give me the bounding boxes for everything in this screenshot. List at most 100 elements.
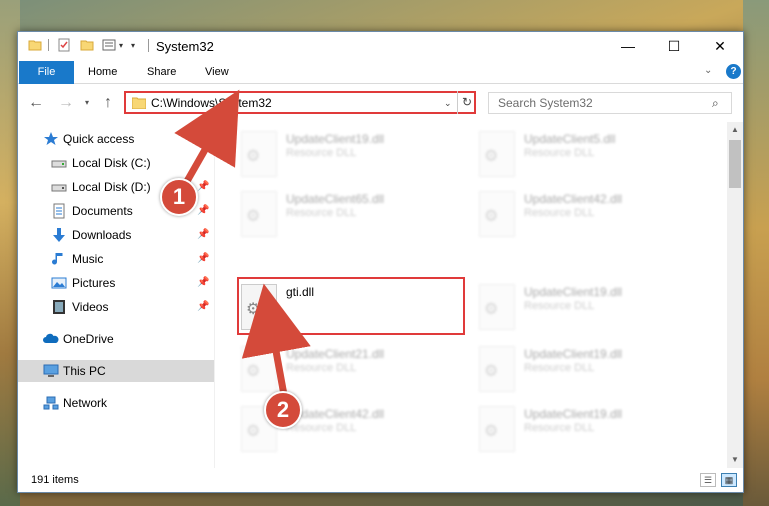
gear-icon: ⚙ xyxy=(484,148,499,165)
dll-file-icon: ⚙ xyxy=(479,191,515,237)
expand-ribbon-chevron-icon[interactable]: ⌄ xyxy=(704,65,712,76)
toolbar-customize-icon[interactable] xyxy=(102,38,116,52)
refresh-icon[interactable]: ↻ xyxy=(457,91,476,114)
step-badge-1: 1 xyxy=(160,178,198,216)
sidebar-item-local-disk-c[interactable]: Local Disk (C:) xyxy=(18,152,214,174)
address-history-chevron-icon[interactable]: ⌄ xyxy=(444,98,452,109)
up-arrow-icon[interactable]: ↑ xyxy=(104,94,112,112)
sidebar-item-this-pc[interactable]: This PC xyxy=(18,360,214,382)
sidebar-item-network[interactable]: Network xyxy=(18,392,214,414)
sidebar-item-pictures[interactable]: Pictures 📌 xyxy=(18,272,214,294)
details-view-icon[interactable]: ☰ xyxy=(700,473,716,487)
navigation-pane: Quick access Local Disk (C:) Local Disk … xyxy=(18,122,214,468)
sidebar-item-videos[interactable]: Videos 📌 xyxy=(18,296,214,318)
search-placeholder: Search System32 xyxy=(498,96,593,110)
desktop-wallpaper-right xyxy=(743,0,769,506)
file-type: Resource DLL xyxy=(524,147,595,159)
gear-icon: ⚙ xyxy=(484,301,499,318)
close-button[interactable]: ✕ xyxy=(697,32,743,60)
chevron-down-icon[interactable]: ▾ xyxy=(119,41,123,50)
tab-view[interactable]: View xyxy=(205,61,229,84)
customize-toolbar-dropdown-icon[interactable]: ▾ xyxy=(131,41,135,50)
pin-icon[interactable]: 📌 xyxy=(197,301,209,312)
address-bar[interactable]: C:\Windows\System32 ⌄ ↻ xyxy=(124,91,476,114)
sidebar-item-label: This PC xyxy=(63,364,106,378)
gear-icon: ⚙ xyxy=(484,363,499,380)
address-path: C:\Windows\System32 xyxy=(151,96,272,110)
new-folder-icon[interactable] xyxy=(80,38,94,52)
tab-file[interactable]: File xyxy=(19,61,74,84)
pin-icon[interactable]: 📌 xyxy=(197,229,209,240)
properties-check-icon[interactable] xyxy=(57,38,71,52)
help-icon[interactable]: ? xyxy=(726,64,741,79)
sidebar-item-downloads[interactable]: Downloads 📌 xyxy=(18,224,214,246)
vertical-scrollbar[interactable]: ▲ ▼ xyxy=(727,122,743,468)
search-input[interactable]: Search System32 ⌕ xyxy=(488,92,732,114)
sidebar-item-label: Quick access xyxy=(63,132,135,146)
file-name: UpdateClient19.dll xyxy=(524,285,623,299)
list-item[interactable]: ⚙ UpdateClient21.dll Resource DLL xyxy=(215,342,445,402)
title-bar: ▾ ▾ System32 — ☐ ✕ xyxy=(18,32,743,60)
file-type: Resource DLL xyxy=(524,207,595,219)
pictures-icon xyxy=(51,277,67,289)
window-title: System32 xyxy=(156,39,214,54)
scroll-down-arrow-icon[interactable]: ▼ xyxy=(727,452,743,468)
list-item[interactable]: ⚙ UpdateClient19.dll Resource DLL xyxy=(453,342,683,402)
drive-icon xyxy=(51,184,67,192)
status-bar: 191 items ☰ ▦ xyxy=(18,469,743,492)
folder-icon[interactable] xyxy=(28,38,42,52)
sidebar-item-music[interactable]: Music 📌 xyxy=(18,248,214,270)
network-icon xyxy=(43,396,59,410)
forward-arrow-icon[interactable]: → xyxy=(58,94,74,112)
scroll-up-arrow-icon[interactable]: ▲ xyxy=(727,122,743,138)
sidebar-item-label: Downloads xyxy=(72,228,132,242)
list-item[interactable]: ⚙ UpdateClient42.dll Resource DLL xyxy=(453,187,683,247)
star-icon xyxy=(44,132,58,145)
list-item[interactable]: ⚙ UpdateClient42.dll Resource DLL xyxy=(215,402,445,462)
pin-icon[interactable]: 📌 xyxy=(197,277,209,288)
sidebar-item-label: Local Disk (C:) xyxy=(72,156,151,170)
sidebar-item-label: Network xyxy=(63,396,108,410)
address-row: ← → ▾ ↑ C:\Windows\System32 ⌄ ↻ Search S… xyxy=(18,85,743,121)
tab-share[interactable]: Share xyxy=(147,61,176,84)
step-badge-2: 2 xyxy=(264,391,302,429)
list-item[interactable]: ⚙ UpdateClient65.dll Resource DLL xyxy=(215,187,445,247)
file-name: UpdateClient65.dll xyxy=(286,192,385,206)
gear-icon: ⚙ xyxy=(246,208,261,225)
back-arrow-icon[interactable]: ← xyxy=(28,94,44,112)
music-icon xyxy=(52,253,63,265)
gear-icon: ⚙ xyxy=(246,423,261,440)
large-icons-view-icon[interactable]: ▦ xyxy=(721,473,737,487)
file-name: UpdateClient42.dll xyxy=(524,192,623,206)
tab-home[interactable]: Home xyxy=(88,61,117,84)
file-name: UpdateClient5.dll xyxy=(524,132,616,146)
dll-file-icon: ⚙ xyxy=(479,284,515,330)
file-type: Resource DLL xyxy=(286,207,357,219)
title-separator xyxy=(148,39,149,52)
list-item[interactable]: ⚙ UpdateClient19.dll Resource DLL xyxy=(453,280,683,340)
file-type: Resource DLL xyxy=(524,362,595,374)
sidebar-item-label: Music xyxy=(72,252,104,266)
recent-locations-chevron-icon[interactable]: ▾ xyxy=(85,98,89,107)
pin-icon[interactable]: 📌 xyxy=(197,205,209,216)
list-item[interactable]: ⚙ UpdateClient5.dll Resource DLL xyxy=(453,127,683,187)
pin-icon[interactable]: 📌 xyxy=(197,253,209,264)
pin-icon[interactable]: 📌 xyxy=(197,181,209,192)
download-icon xyxy=(53,228,65,242)
list-item[interactable]: ⚙ UpdateClient19.dll Resource DLL xyxy=(215,127,445,187)
minimize-button[interactable]: — xyxy=(605,32,651,60)
file-name: UpdateClient19.dll xyxy=(524,407,623,421)
file-name: UpdateClient19.dll xyxy=(286,132,385,146)
dll-file-icon: ⚙ xyxy=(479,406,515,452)
maximize-button[interactable]: ☐ xyxy=(651,32,697,60)
scrollbar-thumb[interactable] xyxy=(729,140,741,188)
document-icon xyxy=(53,203,65,219)
gear-icon: ⚙ xyxy=(246,148,261,165)
search-icon: ⌕ xyxy=(712,96,719,110)
list-item[interactable]: ⚙ UpdateClient19.dll Resource DLL xyxy=(453,402,683,462)
gear-icon: ⚙ xyxy=(484,208,499,225)
sidebar-item-quick-access[interactable]: Quick access xyxy=(18,128,214,150)
dll-file-icon: ⚙ xyxy=(479,131,515,177)
sidebar-item-onedrive[interactable]: OneDrive xyxy=(18,328,214,350)
file-name: UpdateClient19.dll xyxy=(524,347,623,361)
